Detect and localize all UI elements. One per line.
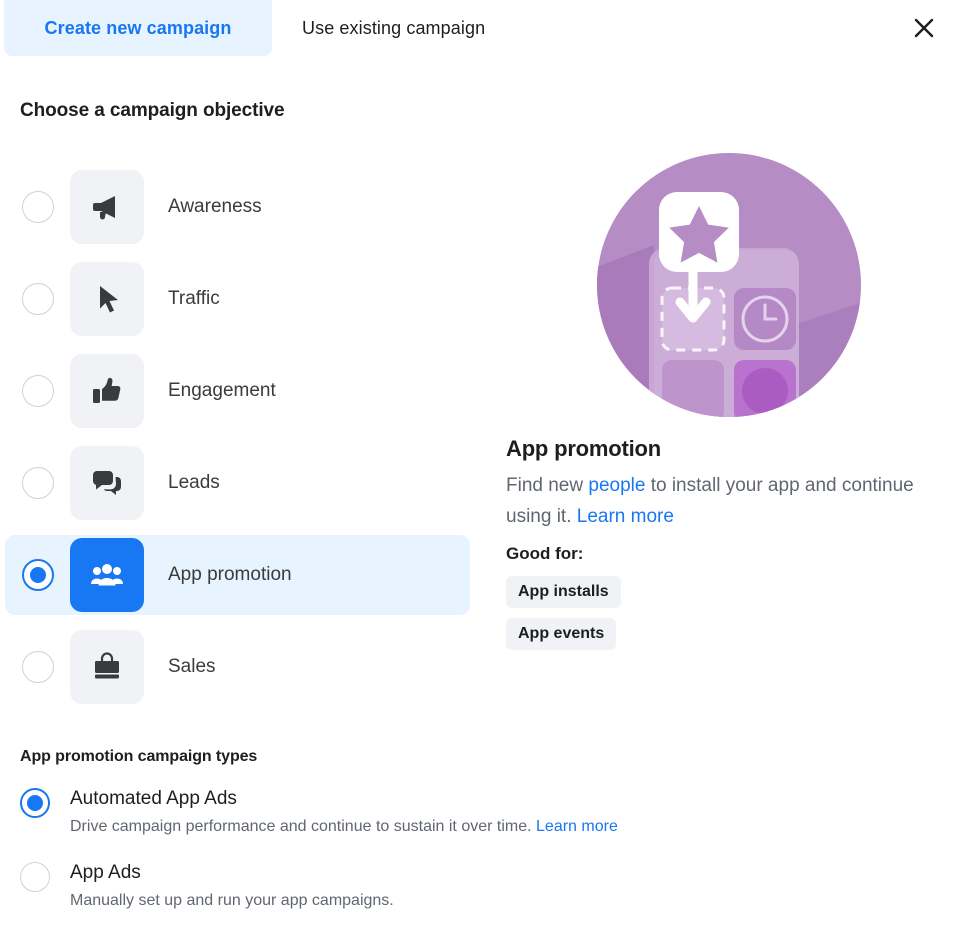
objective-row-awareness[interactable]: Awareness — [0, 167, 480, 247]
good-for-chips: App installs App events — [506, 576, 946, 660]
chip-app-installs: App installs — [506, 576, 621, 608]
campaign-type-row-app-ads[interactable]: App Ads Manually set up and run your app… — [20, 860, 920, 912]
objective-icon-tile-traffic — [70, 262, 144, 336]
campaign-type-text-app-ads: App Ads Manually set up and run your app… — [70, 860, 394, 912]
tab-use-existing-campaign[interactable]: Use existing campaign — [280, 0, 560, 56]
objective-section-heading: Choose a campaign objective — [20, 100, 285, 121]
radio-app-ads[interactable] — [20, 862, 50, 892]
objective-label-sales: Sales — [168, 656, 216, 677]
campaign-type-row-automated-app-ads[interactable]: Automated App Ads Drive campaign perform… — [20, 786, 920, 838]
close-icon — [914, 18, 934, 38]
objective-icon-tile-leads — [70, 446, 144, 520]
campaign-type-subtitle-app-ads: Manually set up and run your app campaig… — [70, 892, 394, 909]
radio-engagement[interactable] — [22, 375, 54, 407]
campaign-type-subtitle-automated-app-ads: Drive campaign performance and continue … — [70, 816, 618, 838]
radio-sales[interactable] — [22, 651, 54, 683]
tab-create-new-campaign-label: Create new campaign — [44, 17, 232, 38]
objective-detail-panel: App promotion Find new people to install… — [506, 150, 946, 660]
megaphone-icon — [93, 196, 115, 220]
people-group-icon — [91, 564, 123, 586]
campaign-types-list: Automated App Ads Drive campaign perform… — [20, 786, 920, 934]
campaign-type-text-automated-app-ads: Automated App Ads Drive campaign perform… — [70, 786, 618, 838]
chip-app-events: App events — [506, 618, 617, 650]
tab-bar: Create new campaign Use existing campaig… — [0, 0, 960, 56]
illustration-wrapper — [506, 150, 946, 430]
radio-automated-app-ads[interactable] — [20, 788, 50, 818]
speech-bubble-icon — [93, 471, 121, 495]
detail-desc-part1: Find new — [506, 475, 589, 496]
objective-row-sales[interactable]: Sales — [0, 627, 480, 707]
app-promotion-illustration — [597, 153, 861, 417]
objective-icon-tile-sales — [70, 630, 144, 704]
campaign-type-title-app-ads: App Ads — [70, 862, 141, 883]
campaign-types-heading: App promotion campaign types — [20, 748, 258, 765]
radio-app-promotion[interactable] — [22, 559, 54, 591]
objective-row-engagement[interactable]: Engagement — [0, 351, 480, 431]
tab-use-existing-campaign-label: Use existing campaign — [302, 17, 486, 38]
thumbs-up-icon — [93, 377, 121, 403]
cursor-icon — [100, 286, 118, 313]
objective-label-engagement: Engagement — [168, 380, 276, 401]
good-for-label: Good for: — [506, 544, 584, 563]
close-button[interactable] — [904, 8, 944, 48]
radio-leads[interactable] — [22, 467, 54, 499]
learn-more-link-detail[interactable]: Learn more — [577, 506, 674, 527]
detail-description: Find new people to install your app and … — [506, 470, 916, 532]
detail-title: App promotion — [506, 436, 662, 461]
objective-label-leads: Leads — [168, 472, 220, 493]
learn-more-link-automated-app-ads[interactable]: Learn more — [536, 818, 618, 835]
objective-list: Awareness Traffic Engagement Leads App p… — [0, 155, 480, 719]
objective-icon-tile-app-promotion — [70, 538, 144, 612]
campaign-type-title-automated-app-ads: Automated App Ads — [70, 788, 237, 809]
radio-awareness[interactable] — [22, 191, 54, 223]
radio-traffic[interactable] — [22, 283, 54, 315]
objective-icon-tile-engagement — [70, 354, 144, 428]
objective-row-leads[interactable]: Leads — [0, 443, 480, 523]
people-link[interactable]: people — [588, 475, 645, 496]
tab-create-new-campaign[interactable]: Create new campaign — [4, 0, 272, 56]
objective-row-traffic[interactable]: Traffic — [0, 259, 480, 339]
objective-label-traffic: Traffic — [168, 288, 220, 309]
objective-icon-tile-awareness — [70, 170, 144, 244]
shopping-bag-icon — [95, 652, 119, 679]
campaign-type-subtitle-text: Drive campaign performance and continue … — [70, 818, 537, 835]
objective-label-app-promotion: App promotion — [168, 564, 292, 585]
objective-row-app-promotion[interactable]: App promotion — [5, 535, 470, 615]
objective-label-awareness: Awareness — [168, 196, 262, 217]
